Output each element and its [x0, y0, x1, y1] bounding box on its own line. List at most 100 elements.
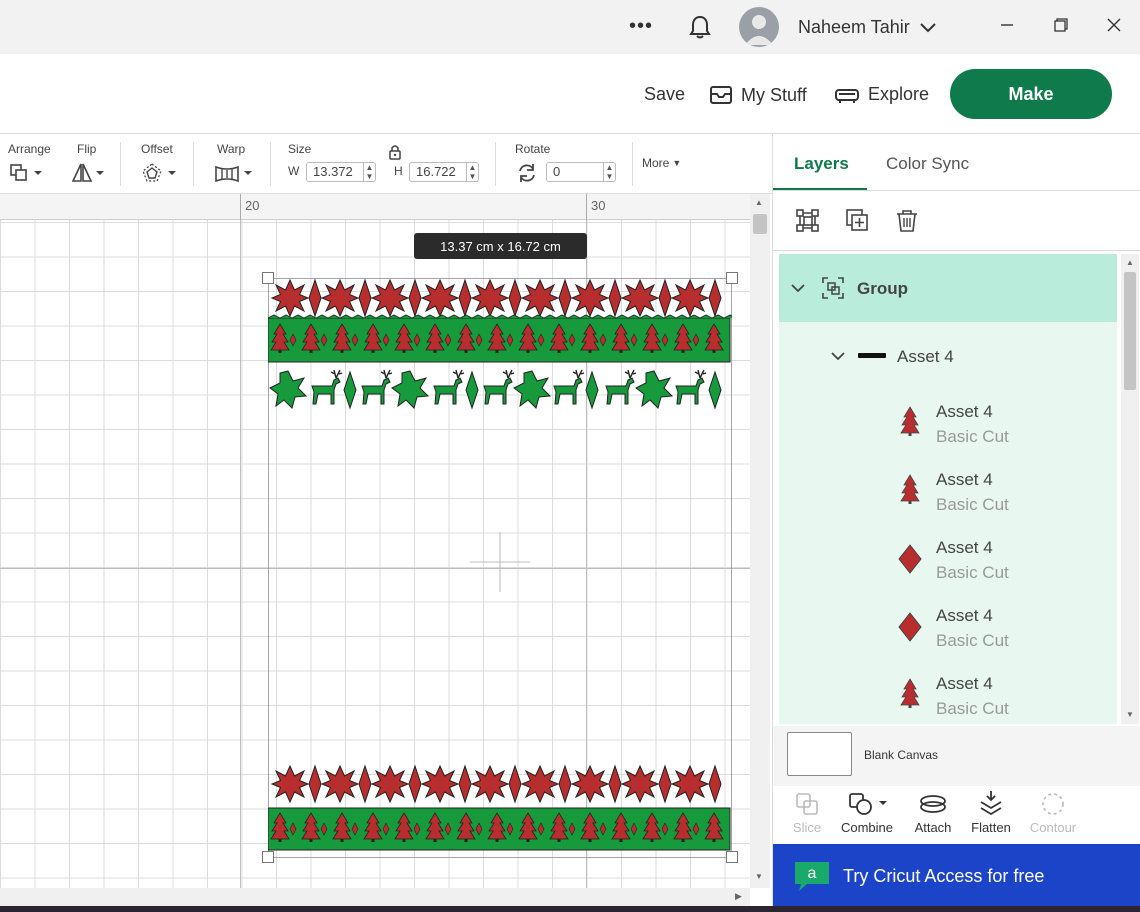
- width-input[interactable]: 13.372 ▲ ▼: [306, 162, 376, 182]
- layer-item[interactable]: Asset 4 Basic Cut: [779, 526, 1117, 594]
- title-bar: ••• Naheem Tahir: [0, 0, 1140, 54]
- attach-button[interactable]: Attach: [903, 820, 963, 835]
- rotate-label: Rotate: [515, 142, 551, 156]
- resize-handle-bottom-left[interactable]: [262, 851, 274, 863]
- cricut-access-banner[interactable]: a Try Cricut Access for free: [773, 844, 1140, 906]
- center-crosshair: [470, 532, 530, 592]
- size-label: Size: [288, 142, 312, 156]
- toolbar-divider: [495, 142, 496, 186]
- rotate-input[interactable]: 0 ▲ ▼: [546, 162, 616, 182]
- combine-button[interactable]: Combine: [837, 820, 897, 835]
- asset-line-icon: [858, 353, 886, 358]
- layer-name: Asset 4: [936, 606, 993, 625]
- layer-operation: Basic Cut: [936, 563, 1009, 582]
- scrollbar-thumb[interactable]: [1124, 272, 1136, 390]
- edit-toolbar: Arrange Flip Offset Warp Size W 13.372 ▲…: [0, 134, 772, 194]
- chevron-down-icon[interactable]: [831, 348, 847, 361]
- scroll-down-icon[interactable]: ▼: [1126, 710, 1134, 719]
- scroll-right-icon[interactable]: ▶: [735, 891, 742, 902]
- toolbar-divider: [270, 142, 271, 186]
- save-label: Save: [644, 84, 686, 104]
- layer-name: Asset 4: [936, 674, 993, 693]
- layers-scrollbar[interactable]: ▲ ▼: [1121, 254, 1139, 724]
- blank-canvas-row[interactable]: Blank Canvas: [773, 726, 1140, 786]
- my-stuff-button[interactable]: My Stuff: [709, 84, 807, 106]
- more-options-icon[interactable]: •••: [626, 14, 656, 38]
- scroll-down-icon[interactable]: ▼: [755, 872, 763, 881]
- lock-icon[interactable]: [388, 144, 402, 160]
- layer-name: Asset 4: [936, 402, 993, 421]
- stepper-arrows-icon[interactable]: ▲ ▼: [603, 163, 615, 181]
- offset-label: Offset: [141, 142, 173, 156]
- design-canvas[interactable]: 20 30 13.37 cm x 16.72 cm: [0, 194, 750, 888]
- explore-button[interactable]: Explore: [834, 84, 929, 105]
- warp-button[interactable]: [214, 162, 254, 184]
- width-label: W: [288, 164, 300, 178]
- attach-icon[interactable]: [919, 792, 947, 816]
- stepper-arrows-icon[interactable]: ▲ ▼: [363, 163, 375, 181]
- resize-handle-top-right[interactable]: [726, 272, 738, 284]
- arrange-icon: [10, 164, 42, 181]
- scroll-up-icon[interactable]: ▲: [755, 198, 763, 207]
- ruler-label-30: 30: [591, 198, 606, 213]
- layer-name: Asset 4: [936, 538, 993, 557]
- selected-design-group[interactable]: [267, 277, 750, 859]
- resize-handle-top-left[interactable]: [262, 272, 274, 284]
- blank-canvas-label: Blank Canvas: [864, 748, 939, 762]
- chevron-down-icon[interactable]: [791, 280, 807, 293]
- duplicate-icon[interactable]: [845, 208, 871, 234]
- flatten-icon[interactable]: [979, 790, 1003, 816]
- canvas-vertical-scrollbar[interactable]: ▲ ▼: [750, 194, 770, 888]
- inbox-icon: [710, 86, 732, 104]
- layer-item[interactable]: Asset 4 Basic Cut: [779, 662, 1117, 724]
- tab-divider: [773, 190, 1140, 191]
- app-header: Save My Stuff Explore Make: [0, 54, 1140, 134]
- arrange-label: Arrange: [8, 142, 51, 156]
- minimize-icon[interactable]: [996, 14, 1018, 36]
- height-input[interactable]: 16.722 ▲ ▼: [409, 162, 479, 182]
- more-label: More: [642, 156, 670, 170]
- blank-canvas-swatch[interactable]: [787, 732, 852, 776]
- explore-label: Explore: [868, 84, 930, 104]
- offset-button[interactable]: [142, 162, 178, 184]
- contour-button: Contour: [1029, 820, 1077, 835]
- asset-group-row[interactable]: Asset 4: [779, 322, 1117, 390]
- close-icon[interactable]: [1103, 14, 1125, 36]
- reindeer-band: [269, 369, 722, 409]
- bell-icon[interactable]: [686, 12, 714, 42]
- group-icon: [821, 276, 845, 300]
- layers-panel: Layers Color Sync Group Asset 4 Asset 4 …: [772, 134, 1140, 906]
- canvas-horizontal-scrollbar[interactable]: ▶: [0, 888, 750, 906]
- group-row[interactable]: Group: [779, 254, 1117, 322]
- group-layers-icon[interactable]: [795, 208, 821, 234]
- user-name[interactable]: Naheem Tahir: [798, 17, 910, 38]
- layer-item[interactable]: Asset 4 Basic Cut: [779, 594, 1117, 662]
- stepper-arrows-icon[interactable]: ▲ ▼: [466, 163, 478, 181]
- bottom-star-band: [271, 765, 722, 803]
- cricut-access-logo-icon: a: [793, 860, 831, 892]
- layer-name: Asset 4: [936, 470, 993, 489]
- scrollbar-thumb[interactable]: [753, 214, 767, 234]
- resize-handle-bottom-right[interactable]: [726, 851, 738, 863]
- tab-color-sync[interactable]: Color Sync: [886, 154, 969, 174]
- trash-icon[interactable]: [894, 208, 920, 234]
- height-label: H: [394, 164, 403, 178]
- arrange-button[interactable]: [10, 162, 46, 184]
- make-button[interactable]: Make: [950, 69, 1112, 119]
- avatar[interactable]: [739, 7, 779, 47]
- width-value: 13.372: [313, 164, 353, 179]
- save-button[interactable]: Save: [644, 84, 685, 105]
- tab-layers[interactable]: Layers: [794, 154, 849, 174]
- more-button[interactable]: More ▼: [642, 156, 681, 170]
- my-stuff-label: My Stuff: [741, 84, 807, 105]
- flip-button[interactable]: [71, 162, 108, 184]
- sweater-pattern-design[interactable]: [267, 277, 750, 859]
- layer-item[interactable]: Asset 4 Basic Cut: [779, 458, 1117, 526]
- taskbar-edge: [0, 906, 1140, 912]
- restore-icon[interactable]: [1050, 14, 1072, 36]
- flatten-button[interactable]: Flatten: [961, 820, 1021, 835]
- scroll-up-icon[interactable]: ▲: [1126, 258, 1134, 267]
- combine-icon[interactable]: [849, 792, 889, 816]
- chevron-down-icon[interactable]: [918, 18, 938, 38]
- layer-item[interactable]: Asset 4 Basic Cut: [779, 390, 1117, 458]
